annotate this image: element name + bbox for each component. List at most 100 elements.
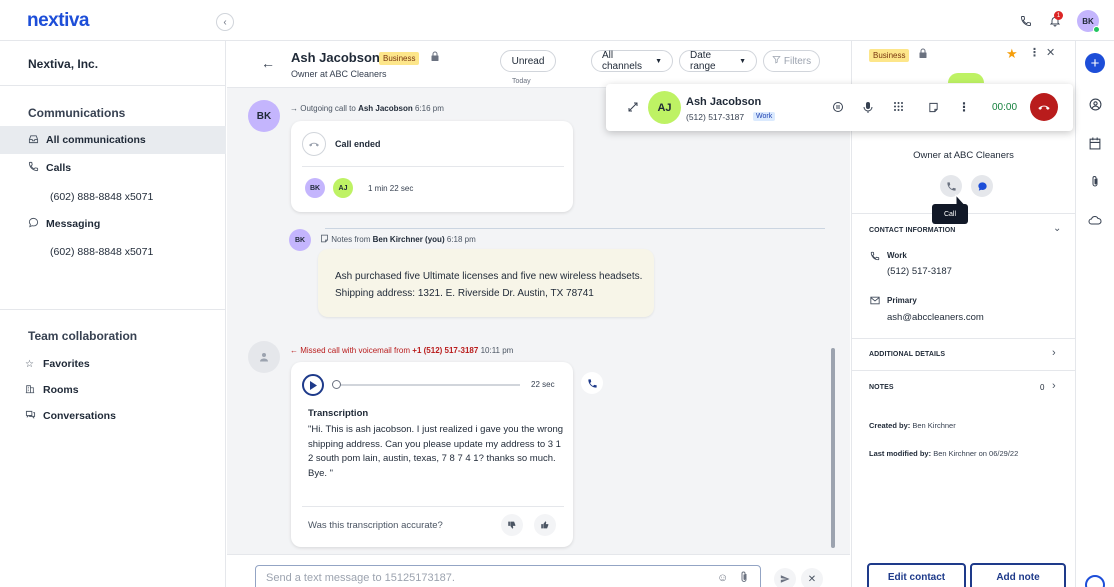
sidebar-item-conversations[interactable]: Conversations — [0, 402, 226, 430]
play-button[interactable] — [302, 374, 324, 396]
note-card: Ash purchased five Ultimate licenses and… — [318, 249, 654, 317]
outgoing-arrow-icon: → — [290, 104, 298, 113]
filters-button[interactable]: Filters — [763, 50, 820, 72]
collapse-sidebar-button[interactable]: ‹ — [216, 13, 234, 31]
sidebar-item-all-communications[interactable]: All communications — [0, 126, 226, 154]
close-icon: ✕ — [807, 573, 817, 585]
conversation-header: ← Ash Jacobson Business Owner at ABC Cle… — [227, 41, 850, 88]
notes-heading[interactable]: NOTES — [869, 384, 894, 391]
minimize-icon[interactable] — [625, 99, 641, 115]
more-options-icon[interactable]: ⋮ — [956, 99, 972, 115]
card-divider — [302, 166, 564, 167]
sidebar-item-rooms[interactable]: Rooms — [0, 376, 226, 404]
notes-icon[interactable] — [925, 99, 941, 115]
close-panel-icon[interactable]: ✕ — [1046, 46, 1055, 59]
thumbs-down-button[interactable] — [501, 514, 523, 536]
phone-icon — [28, 161, 42, 175]
favorite-star-icon[interactable]: ★ — [1006, 46, 1018, 62]
note-line: Notes from Ben Kirchner (you) 6:18 pm — [320, 234, 476, 244]
calendar-icon[interactable] — [1086, 134, 1104, 152]
emoji-icon[interactable]: ☺ — [717, 572, 728, 584]
notes-count: 0 — [1040, 383, 1045, 392]
attachment-icon[interactable] — [1086, 172, 1104, 190]
thumbs-up-icon — [541, 521, 549, 529]
missed-call-line: ← Missed call with voicemail from +1 (51… — [290, 346, 514, 355]
sidebar-item-messaging-number[interactable]: (602) 888-8848 x5071 — [50, 246, 153, 258]
hang-up-button[interactable] — [1030, 93, 1058, 121]
microphone-icon[interactable] — [860, 99, 876, 115]
timeline-divider — [325, 228, 825, 229]
email-address[interactable]: ash@abccleaners.com — [887, 312, 984, 323]
help-icon[interactable] — [1085, 575, 1105, 587]
sidebar-divider — [0, 85, 226, 86]
work-phone-number[interactable]: (512) 517-3187 — [887, 266, 952, 277]
sidebar-item-calls[interactable]: Calls — [0, 154, 226, 182]
contact-subtitle: Owner at ABC Cleaners — [291, 69, 387, 79]
add-icon[interactable]: + — [1085, 53, 1105, 73]
last-modified: Last modified by: Ben Kirchner on 06/29/… — [869, 449, 1019, 458]
additional-details-heading[interactable]: ADDITIONAL DETAILS — [869, 351, 945, 358]
call-timer: 00:00 — [992, 102, 1018, 113]
team-collaboration-heading: Team collaboration — [28, 329, 138, 343]
audio-scrubber-handle[interactable] — [332, 380, 341, 389]
nextiva-logo[interactable]: nextiva — [27, 10, 89, 32]
sidebar-item-label: All communications — [46, 134, 146, 146]
sidebar-item-label: Messaging — [46, 218, 101, 230]
sidebar-item-label: Conversations — [43, 410, 116, 422]
phone-icon — [870, 251, 880, 264]
call-back-button[interactable] — [581, 372, 603, 394]
message-input[interactable]: Send a text message to 15125173187. — [255, 565, 761, 587]
phone-icon[interactable] — [1017, 12, 1035, 30]
sidebar-item-calls-number[interactable]: (602) 888-8848 x5071 — [50, 191, 153, 203]
org-name: Nextiva, Inc. — [28, 57, 99, 71]
hold-icon[interactable] — [830, 99, 846, 115]
audio-progress-track[interactable] — [338, 384, 520, 386]
attachment-icon[interactable] — [739, 571, 749, 586]
date-range-dropdown[interactable]: Date range ▼ — [679, 50, 757, 72]
chevron-left-icon: ‹ — [223, 16, 227, 28]
number-type-badge: Work — [753, 112, 776, 121]
sidebar-item-favorites[interactable]: ☆ Favorites — [0, 350, 226, 378]
caller-avatar: AJ — [648, 91, 681, 124]
back-arrow-icon[interactable]: ← — [261, 55, 275, 71]
sidebar-item-label: Favorites — [43, 358, 90, 370]
mail-icon — [870, 296, 880, 308]
sidebar-item-messaging[interactable]: Messaging — [0, 210, 226, 238]
caller-number: (512) 517-3187 — [686, 112, 745, 122]
email-label: Primary — [887, 296, 917, 305]
contact-icon[interactable] — [1086, 95, 1104, 113]
avatar: BK — [289, 229, 311, 251]
active-call-popover: AJ Ash Jacobson (512) 517-3187 Work ⋮ 00… — [606, 84, 1073, 131]
chevron-right-icon[interactable]: › — [1052, 380, 1056, 392]
work-phone-label: Work — [887, 251, 907, 260]
more-options-icon[interactable]: ⋮ — [1029, 46, 1040, 59]
lock-icon — [430, 51, 440, 65]
filter-icon — [772, 55, 781, 67]
transcription-feedback-question: Was this transcription accurate? — [308, 520, 443, 531]
date-separator: Today — [512, 78, 531, 85]
phone-icon — [587, 378, 597, 388]
conversation-scrollbar[interactable] — [831, 348, 835, 548]
note-text: Ash purchased five Ultimate licenses and… — [335, 271, 643, 299]
communications-heading: Communications — [28, 106, 126, 120]
unread-filter-button[interactable]: Unread — [500, 50, 556, 72]
message-contact-button[interactable] — [971, 175, 993, 197]
call-ended-icon — [302, 132, 326, 156]
thumbs-up-button[interactable] — [534, 514, 556, 536]
sidebar-item-label: Calls — [46, 162, 72, 174]
compose-bar: Send a text message to 15125173187. ☺ ✕ — [227, 554, 850, 587]
dialpad-icon[interactable] — [890, 99, 906, 115]
sidebar-item-label: Rooms — [43, 384, 79, 396]
edit-contact-button[interactable]: Edit contact — [867, 563, 966, 587]
close-compose-button[interactable]: ✕ — [801, 568, 823, 587]
send-button[interactable] — [774, 568, 796, 587]
add-note-button[interactable]: Add note — [970, 563, 1066, 587]
user-avatar[interactable]: BK — [1077, 10, 1100, 33]
cloud-icon[interactable] — [1086, 211, 1104, 229]
all-channels-dropdown[interactable]: All channels ▼ — [591, 50, 673, 72]
created-by: Created by: Ben Kirchner — [869, 421, 956, 430]
chevron-down-icon[interactable]: ⌄ — [1053, 223, 1061, 234]
chevron-right-icon[interactable]: › — [1052, 347, 1056, 359]
note-icon — [320, 234, 331, 244]
chat-bubble-icon — [28, 217, 42, 231]
